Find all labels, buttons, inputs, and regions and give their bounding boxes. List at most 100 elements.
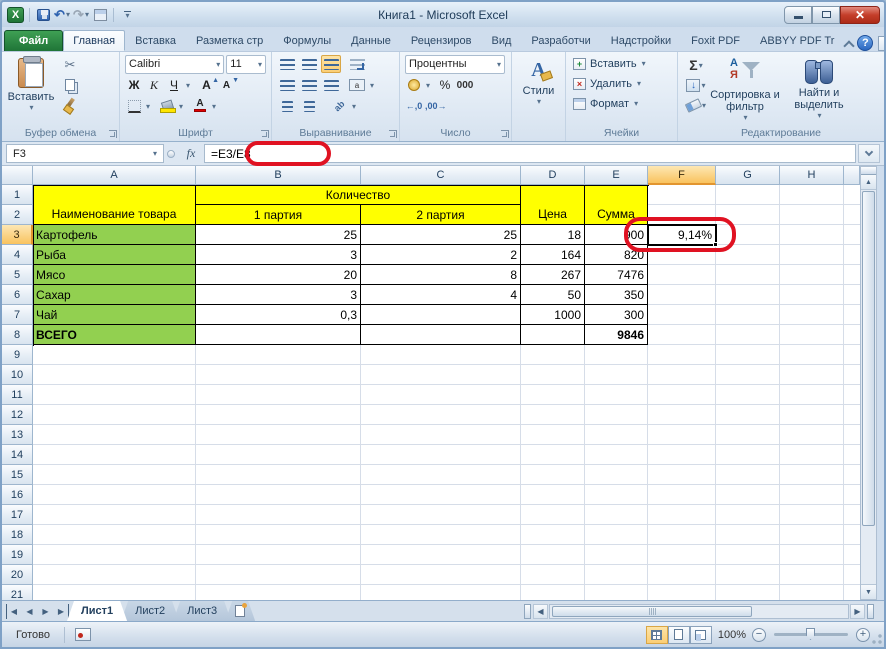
cell-D20[interactable]	[521, 565, 585, 585]
cell-B3[interactable]: 25	[196, 225, 361, 245]
dropdown-arrow-icon[interactable]: ▾	[370, 81, 374, 90]
cell-E16[interactable]	[585, 485, 648, 505]
accounting-format-button[interactable]	[405, 76, 423, 94]
cell-E21[interactable]	[585, 585, 648, 600]
increase-decimal-button[interactable]: ←,0	[405, 97, 423, 115]
zoom-in-button[interactable]: +	[856, 628, 870, 642]
ribbon-tab-8[interactable]: Разработчи	[521, 30, 600, 51]
cell-A19[interactable]	[33, 545, 196, 565]
collapse-ribbon-icon[interactable]	[844, 39, 852, 47]
cell-E14[interactable]	[585, 445, 648, 465]
row-header-17[interactable]: 17	[2, 505, 33, 525]
autosum-button[interactable]: Σ▾	[685, 56, 707, 74]
insert-cells-button[interactable]: + Вставить ▾	[571, 54, 672, 73]
cell-H6[interactable]	[780, 285, 844, 305]
cell-H3[interactable]	[780, 225, 844, 245]
cell-C2[interactable]: 2 партия	[361, 205, 521, 225]
page-layout-view-button[interactable]	[668, 626, 690, 644]
cell-F11[interactable]	[648, 385, 716, 405]
dialog-launcher-icon[interactable]	[389, 130, 397, 138]
grow-font-button[interactable]: А▲	[200, 76, 218, 94]
sheet-tab-3[interactable]: Лист3	[173, 601, 231, 621]
last-sheet-button[interactable]: ▶	[54, 604, 69, 619]
cell-A13[interactable]	[33, 425, 196, 445]
row-header-5[interactable]: 5	[2, 265, 33, 285]
row-header-7[interactable]: 7	[2, 305, 33, 325]
ribbon-tab-3[interactable]: Разметка стр	[186, 30, 273, 51]
next-sheet-button[interactable]: ▶	[38, 604, 53, 619]
cell-D9[interactable]	[521, 345, 585, 365]
cell-G19[interactable]	[716, 545, 780, 565]
ribbon-tab-9[interactable]: Надстройки	[601, 30, 681, 51]
scroll-up-button[interactable]: ▲	[861, 175, 876, 190]
cell-A15[interactable]	[33, 465, 196, 485]
cell-C19[interactable]	[361, 545, 521, 565]
cell-C20[interactable]	[361, 565, 521, 585]
cell-C14[interactable]	[361, 445, 521, 465]
cell-C12[interactable]	[361, 405, 521, 425]
percent-style-button[interactable]: %	[436, 76, 454, 94]
cell-F18[interactable]	[648, 525, 716, 545]
cell-H21[interactable]	[780, 585, 844, 600]
select-all-corner[interactable]	[2, 166, 33, 185]
font-color-button[interactable]: А	[191, 97, 209, 115]
minimize-button[interactable]	[784, 6, 812, 24]
cell-F17[interactable]	[648, 505, 716, 525]
row-header-8[interactable]: 8	[2, 325, 33, 345]
cell-A5[interactable]: Мясо	[33, 265, 196, 285]
cell-G6[interactable]	[716, 285, 780, 305]
cell-B8[interactable]	[196, 325, 361, 345]
horizontal-scroll-thumb[interactable]	[552, 606, 752, 617]
cell-partial-1[interactable]	[844, 185, 860, 205]
format-cells-button[interactable]: Формат ▾	[571, 94, 672, 113]
cell-partial-21[interactable]	[844, 585, 860, 600]
decrease-decimal-button[interactable]: ,00→	[425, 97, 447, 115]
cell-B21[interactable]	[196, 585, 361, 600]
cell-F9[interactable]	[648, 345, 716, 365]
styles-button[interactable]: А Стили ▾	[515, 54, 562, 124]
cell-C9[interactable]	[361, 345, 521, 365]
cell-C15[interactable]	[361, 465, 521, 485]
zoom-out-button[interactable]: −	[752, 628, 766, 642]
cell-B19[interactable]	[196, 545, 361, 565]
fill-button[interactable]: ↓▾	[685, 76, 707, 94]
cell-G7[interactable]	[716, 305, 780, 325]
cell-D15[interactable]	[521, 465, 585, 485]
fill-color-button[interactable]	[158, 97, 176, 115]
cell-partial-11[interactable]	[844, 385, 860, 405]
orientation-button[interactable]: ab	[329, 97, 349, 115]
cell-partial-15[interactable]	[844, 465, 860, 485]
shrink-font-button[interactable]: А▼	[220, 76, 238, 94]
cell-E5[interactable]: 7476	[585, 265, 648, 285]
cell-E18[interactable]	[585, 525, 648, 545]
scroll-left-button[interactable]: ◀	[533, 604, 548, 619]
column-header-G[interactable]: G	[716, 166, 780, 185]
cell-D12[interactable]	[521, 405, 585, 425]
cell-B15[interactable]	[196, 465, 361, 485]
restore-button[interactable]	[812, 6, 840, 24]
cell-partial-20[interactable]	[844, 565, 860, 585]
column-header-C[interactable]: C	[361, 166, 521, 185]
cell-F10[interactable]	[648, 365, 716, 385]
cell-F1[interactable]	[648, 185, 716, 205]
cell-partial-4[interactable]	[844, 245, 860, 265]
cell-E12[interactable]	[585, 405, 648, 425]
cell-G13[interactable]	[716, 425, 780, 445]
decrease-indent-button[interactable]	[277, 97, 297, 115]
customize-qat-button[interactable]: ▾	[119, 6, 135, 24]
sort-filter-button[interactable]: А Я Сортировка и фильтр ▾	[709, 54, 781, 124]
cell-F14[interactable]	[648, 445, 716, 465]
cell-partial-17[interactable]	[844, 505, 860, 525]
macro-record-icon[interactable]	[75, 628, 91, 641]
cell-partial-7[interactable]	[844, 305, 860, 325]
cell-H14[interactable]	[780, 445, 844, 465]
dropdown-arrow-icon[interactable]: ▾	[179, 102, 183, 111]
zoom-level[interactable]: 100%	[718, 629, 746, 641]
column-header-D[interactable]: D	[521, 166, 585, 185]
cell-E6[interactable]: 350	[585, 285, 648, 305]
scroll-down-button[interactable]: ▼	[861, 584, 876, 599]
cell-F12[interactable]	[648, 405, 716, 425]
vertical-split-handle[interactable]	[861, 167, 876, 175]
italic-button[interactable]: К	[145, 76, 163, 94]
cell-D4[interactable]: 164	[521, 245, 585, 265]
